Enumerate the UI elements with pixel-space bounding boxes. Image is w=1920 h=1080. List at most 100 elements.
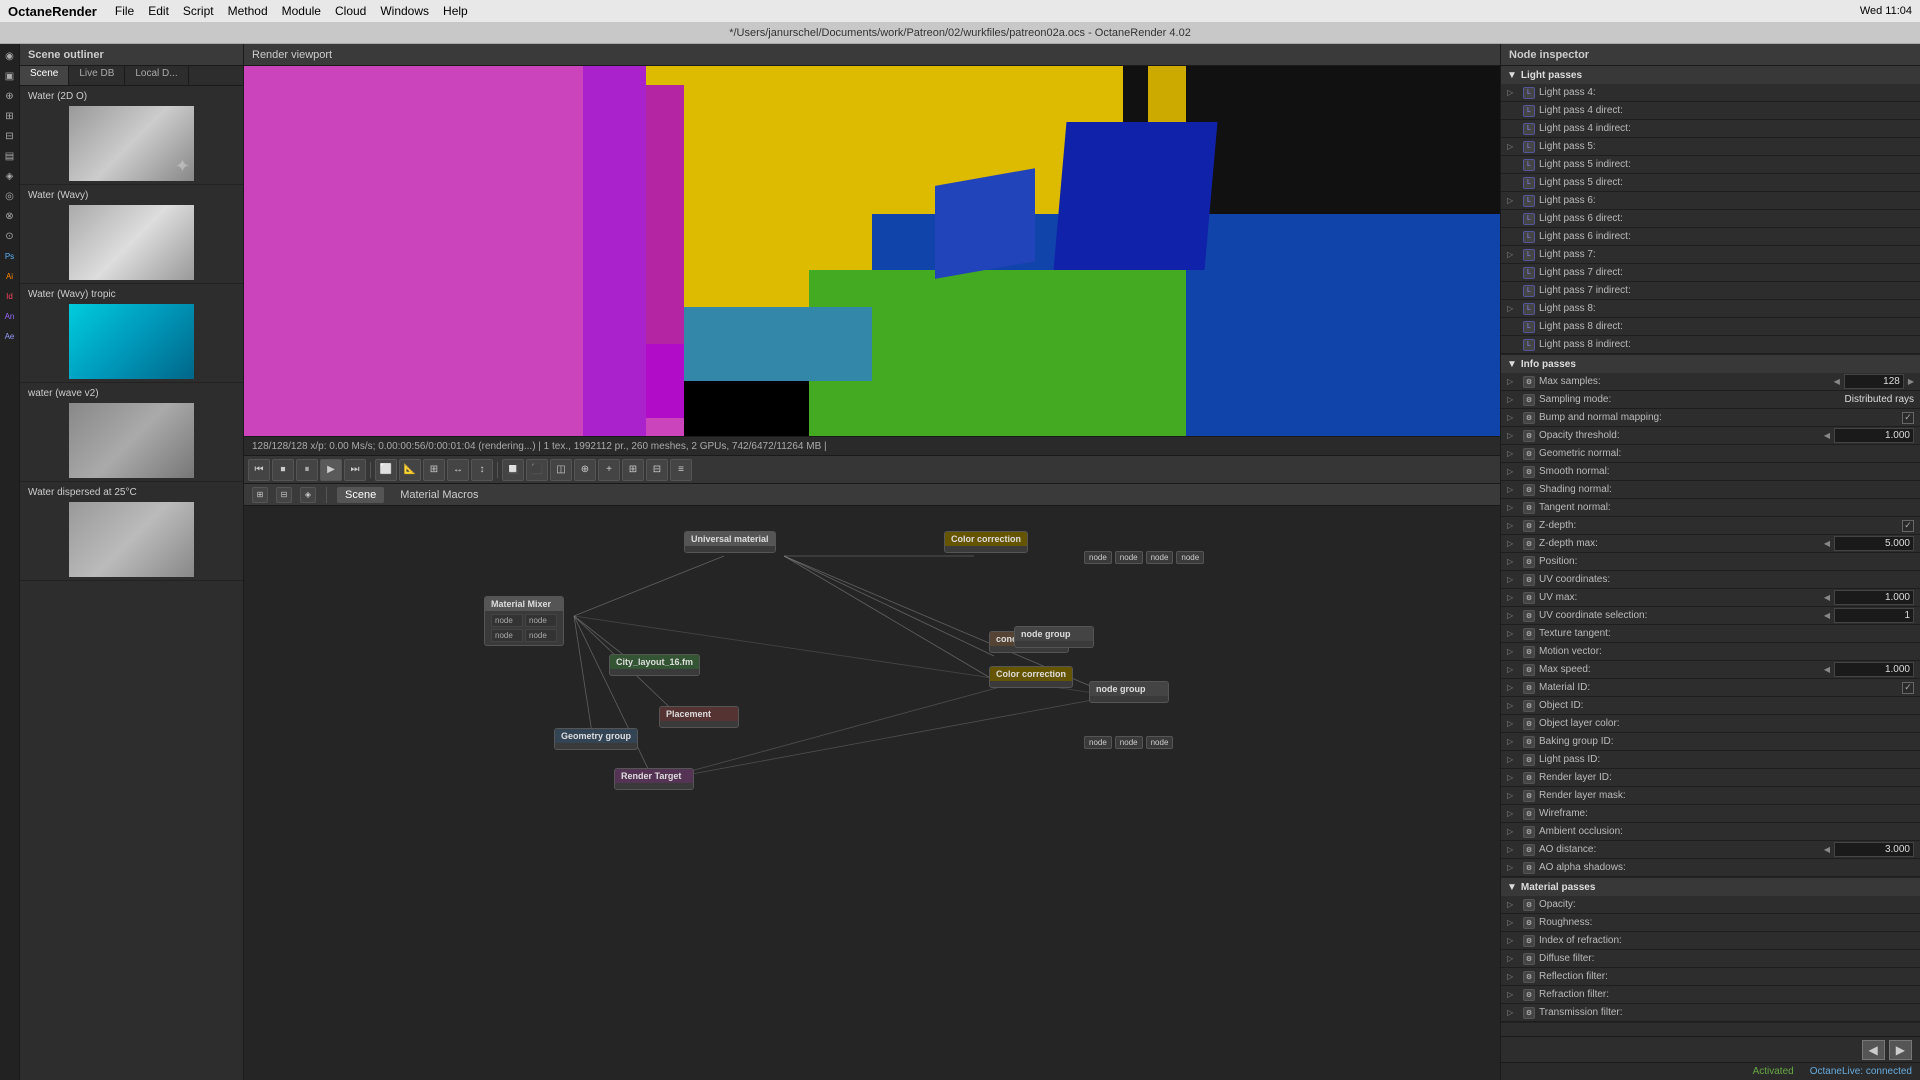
uv-max-input[interactable] [1834,590,1914,605]
row-z-depth-max[interactable]: ▷ ⚙ Z-depth max: ◀ [1501,535,1920,553]
toolbar-btn-7[interactable]: ⊞ [423,459,445,481]
row-smooth-normal[interactable]: ▷ ⚙ Smooth normal: [1501,463,1920,481]
row-uv-coordinates[interactable]: ▷ ⚙ UV coordinates: [1501,571,1920,589]
row-light-pass-8-indirect[interactable]: L Light pass 8 indirect: [1501,336,1920,354]
toolbar-btn-15[interactable]: ⊞ [622,459,644,481]
row-opacity-threshold[interactable]: ▷ ⚙ Opacity threshold: ◀ [1501,427,1920,445]
cluster-node-2[interactable]: node [1115,551,1143,564]
menu-windows[interactable]: Windows [380,4,429,18]
nav-prev-button[interactable]: ◀ [1862,1040,1885,1060]
list-item[interactable]: Water (2D O) ✦ [20,86,243,185]
cluster-node-4[interactable]: node [1176,551,1204,564]
node-material-mixer[interactable]: Material Mixer node node node node [484,596,564,646]
sidebar-icon-4[interactable]: ⊞ [2,108,18,124]
row-render-layer-mask[interactable]: ▷ ⚙ Render layer mask: [1501,787,1920,805]
tab-live-db[interactable]: Live DB [69,66,125,85]
row-motion-vector[interactable]: ▷ ⚙ Motion vector: [1501,643,1920,661]
sidebar-icon-7[interactable]: ◈ [2,168,18,184]
row-light-pass-6-indirect[interactable]: L Light pass 6 indirect: [1501,228,1920,246]
row-shading-normal[interactable]: ▷ ⚙ Shading normal: [1501,481,1920,499]
row-position[interactable]: ▷ ⚙ Position: [1501,553,1920,571]
sidebar-icon-2[interactable]: ▣ [2,68,18,84]
row-light-pass-8-direct[interactable]: L Light pass 8 direct: [1501,318,1920,336]
list-item[interactable]: Water dispersed at 25°C [20,482,243,581]
sidebar-icon-an[interactable]: An [2,308,18,324]
cluster-node-3[interactable]: node [1146,551,1174,564]
br-node-2[interactable]: node [1115,736,1143,749]
node-geometry-group[interactable]: Geometry group [554,728,638,750]
row-light-pass-7-indirect[interactable]: L Light pass 7 indirect: [1501,282,1920,300]
row-texture-tangent[interactable]: ▷ ⚙ Texture tangent: [1501,625,1920,643]
z-depth-left-arrow[interactable]: ◀ [1824,539,1830,548]
row-light-pass-4-direct[interactable]: L Light pass 4 direct: [1501,102,1920,120]
right-arrow-icon[interactable]: ▶ [1908,377,1914,386]
row-material-id[interactable]: ▷ ⚙ Material ID: ✓ [1501,679,1920,697]
node-city-layout[interactable]: City_layout_16.fm [609,654,700,676]
row-diffuse-filter[interactable]: ▷ ⚙ Diffuse filter: [1501,950,1920,968]
uv-sel-left-arrow[interactable]: ◀ [1824,611,1830,620]
left-arrow-icon[interactable]: ◀ [1834,377,1840,386]
sidebar-icon-3[interactable]: ⊕ [2,88,18,104]
nav-next-button[interactable]: ▶ [1889,1040,1912,1060]
cluster-node-1[interactable]: node [1084,551,1112,564]
row-transmission-filter[interactable]: ▷ ⚙ Transmission filter: [1501,1004,1920,1022]
list-item[interactable]: water (wave v2) [20,383,243,482]
row-ao-distance[interactable]: ▷ ⚙ AO distance: ◀ [1501,841,1920,859]
row-max-speed[interactable]: ▷ ⚙ Max speed: ◀ [1501,661,1920,679]
node-group-2[interactable]: node group [1014,626,1094,648]
row-light-pass-7-direct[interactable]: L Light pass 7 direct: [1501,264,1920,282]
tab-scene[interactable]: Scene [20,66,69,85]
material-passes-header[interactable]: ▼ Material passes [1501,878,1920,896]
tab-material-macros[interactable]: Material Macros [392,487,486,503]
menu-cloud[interactable]: Cloud [335,4,366,18]
row-light-pass-5-direct[interactable]: L Light pass 5 direct: [1501,174,1920,192]
toolbar-btn-17[interactable]: ≡ [670,459,692,481]
row-light-pass-8[interactable]: ▷ L Light pass 8: [1501,300,1920,318]
tab-scene[interactable]: Scene [337,487,384,503]
row-opacity[interactable]: ▷ ⚙ Opacity: [1501,896,1920,914]
sidebar-icon-1[interactable]: ◉ [2,48,18,64]
sidebar-icon-8[interactable]: ◎ [2,188,18,204]
row-ior[interactable]: ▷ ⚙ Index of refraction: [1501,932,1920,950]
toolbar-btn-14[interactable]: + [598,459,620,481]
row-sampling-mode[interactable]: ▷ ⚙ Sampling mode: Distributed rays [1501,391,1920,409]
info-passes-header[interactable]: ▼ Info passes [1501,355,1920,373]
br-node-1[interactable]: node [1084,736,1112,749]
sidebar-icon-6[interactable]: ▤ [2,148,18,164]
row-reflection-filter[interactable]: ▷ ⚙ Reflection filter: [1501,968,1920,986]
menu-file[interactable]: File [115,4,134,18]
ng-btn-1[interactable]: ⊞ [252,487,268,503]
sidebar-icon-ae[interactable]: Ae [2,328,18,344]
row-render-layer-id[interactable]: ▷ ⚙ Render layer ID: [1501,769,1920,787]
ao-dist-left-arrow[interactable]: ◀ [1824,845,1830,854]
toolbar-btn-play[interactable]: ▶ [320,459,342,481]
row-light-pass-id[interactable]: ▷ ⚙ Light pass ID: [1501,751,1920,769]
z-depth-checkbox[interactable]: ✓ [1902,520,1914,532]
row-light-pass-5[interactable]: ▷ L Light pass 5: [1501,138,1920,156]
node-universal-material[interactable]: Universal material [684,531,776,553]
row-light-pass-4-indirect[interactable]: L Light pass 4 indirect: [1501,120,1920,138]
node-group-1[interactable]: node group [1089,681,1169,703]
toolbar-btn-3[interactable]: ⏸ [296,459,318,481]
toolbar-btn-12[interactable]: ◫ [550,459,572,481]
toolbar-btn-10[interactable]: 🔲 [502,459,524,481]
menu-edit[interactable]: Edit [148,4,169,18]
list-item[interactable]: Water (Wavy) tropic [20,284,243,383]
max-samples-input[interactable] [1844,374,1904,389]
row-light-pass-4[interactable]: ▷ L Light pass 4: [1501,84,1920,102]
row-object-id[interactable]: ▷ ⚙ Object ID: [1501,697,1920,715]
toolbar-btn-9[interactable]: ↕ [471,459,493,481]
list-item[interactable]: Water (Wavy) [20,185,243,284]
max-speed-left-arrow[interactable]: ◀ [1824,665,1830,674]
row-light-pass-7[interactable]: ▷ L Light pass 7: [1501,246,1920,264]
row-baking-group[interactable]: ▷ ⚙ Baking group ID: [1501,733,1920,751]
row-roughness[interactable]: ▷ ⚙ Roughness: [1501,914,1920,932]
row-wireframe[interactable]: ▷ ⚙ Wireframe: [1501,805,1920,823]
row-light-pass-5-indirect[interactable]: L Light pass 5 indirect: [1501,156,1920,174]
ng-btn-3[interactable]: ◈ [300,487,316,503]
row-uv-max[interactable]: ▷ ⚙ UV max: ◀ [1501,589,1920,607]
nodegraph-canvas[interactable]: Universal material Color correction Mate… [244,506,1500,1080]
sidebar-icon-ps[interactable]: Ps [2,248,18,264]
row-bump-normal[interactable]: ▷ ⚙ Bump and normal mapping: ✓ [1501,409,1920,427]
row-ao-alpha-shadows[interactable]: ▷ ⚙ AO alpha shadows: [1501,859,1920,877]
